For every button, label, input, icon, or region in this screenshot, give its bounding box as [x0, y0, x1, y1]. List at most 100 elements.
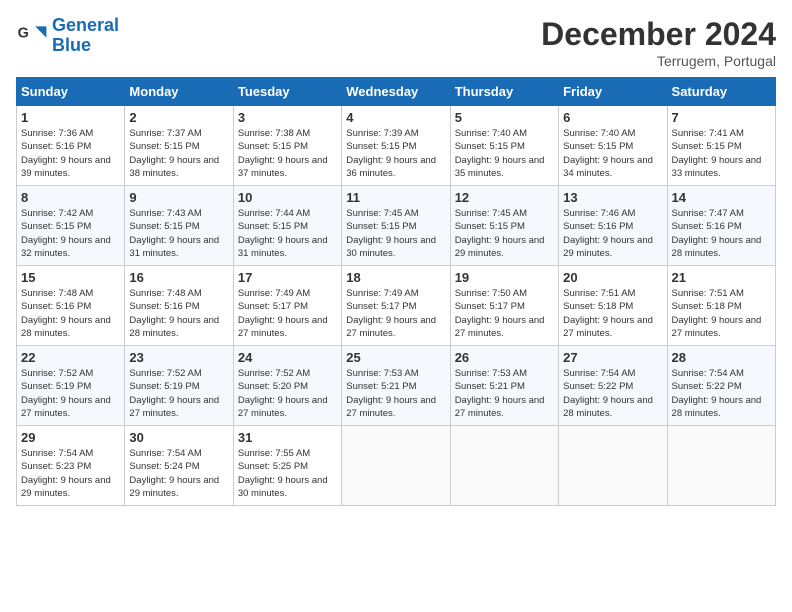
calendar-cell: 16 Sunrise: 7:48 AMSunset: 5:16 PMDayligh…	[125, 266, 233, 346]
weekday-header-row: SundayMondayTuesdayWednesdayThursdayFrid…	[17, 78, 776, 106]
calendar-cell: 11Sunrise: 7:45 AMSunset: 5:15 PMDayligh…	[342, 186, 450, 266]
day-info: Sunrise: 7:40 AMSunset: 5:15 PMDaylight:…	[455, 128, 545, 179]
day-number: 3	[238, 110, 337, 125]
calendar-cell	[342, 426, 450, 506]
day-info: Sunrise: 7:48 AMSunset: 5:16 PMDaylight:…	[129, 288, 219, 339]
day-number: 18	[346, 270, 445, 285]
day-info: Sunrise: 7:51 AMSunset: 5:18 PMDaylight:…	[563, 288, 653, 339]
calendar-cell: 31 Sunrise: 7:55 AMSunset: 5:25 PMDayligh…	[233, 426, 341, 506]
calendar-cell	[450, 426, 558, 506]
weekday-saturday: Saturday	[667, 78, 775, 106]
day-number: 28	[672, 350, 771, 365]
calendar-cell: 22 Sunrise: 7:52 AMSunset: 5:19 PMDayligh…	[17, 346, 125, 426]
day-info: Sunrise: 7:54 AMSunset: 5:24 PMDaylight:…	[129, 448, 219, 499]
calendar-cell: 8 Sunrise: 7:42 AMSunset: 5:15 PMDaylight…	[17, 186, 125, 266]
day-number: 26	[455, 350, 554, 365]
calendar-cell: 30Sunrise: 7:54 AMSunset: 5:24 PMDayligh…	[125, 426, 233, 506]
day-info: Sunrise: 7:51 AMSunset: 5:18 PMDaylight:…	[672, 288, 762, 339]
calendar-cell	[667, 426, 775, 506]
calendar-cell: 23 Sunrise: 7:52 AMSunset: 5:19 PMDayligh…	[125, 346, 233, 426]
logo-text: General Blue	[52, 16, 119, 56]
day-info: Sunrise: 7:43 AMSunset: 5:15 PMDaylight:…	[129, 208, 219, 259]
day-info: Sunrise: 7:46 AMSunset: 5:16 PMDaylight:…	[563, 208, 653, 259]
calendar-cell: 27 Sunrise: 7:54 AMSunset: 5:22 PMDayligh…	[559, 346, 667, 426]
day-info: Sunrise: 7:48 AMSunset: 5:16 PMDaylight:…	[21, 288, 111, 339]
day-number: 8	[21, 190, 120, 205]
day-info: Sunrise: 7:45 AMSunset: 5:15 PMDaylight:…	[455, 208, 545, 259]
day-info: Sunrise: 7:39 AMSunset: 5:15 PMDaylight:…	[346, 128, 436, 179]
weekday-sunday: Sunday	[17, 78, 125, 106]
day-info: Sunrise: 7:44 AMSunset: 5:15 PMDaylight:…	[238, 208, 328, 259]
day-info: Sunrise: 7:37 AMSunset: 5:15 PMDaylight:…	[129, 128, 219, 179]
day-number: 16	[129, 270, 228, 285]
calendar-cell: 14 Sunrise: 7:47 AMSunset: 5:16 PMDayligh…	[667, 186, 775, 266]
title-block: December 2024 Terrugem, Portugal	[541, 16, 776, 69]
day-number: 7	[672, 110, 771, 125]
week-row-2: 15 Sunrise: 7:48 AMSunset: 5:16 PMDayligh…	[17, 266, 776, 346]
day-number: 31	[238, 430, 337, 445]
calendar-cell: 10 Sunrise: 7:44 AMSunset: 5:15 PMDayligh…	[233, 186, 341, 266]
day-number: 2	[129, 110, 228, 125]
weekday-thursday: Thursday	[450, 78, 558, 106]
calendar-cell: 13Sunrise: 7:46 AMSunset: 5:16 PMDayligh…	[559, 186, 667, 266]
day-info: Sunrise: 7:52 AMSunset: 5:19 PMDaylight:…	[21, 368, 111, 419]
day-info: Sunrise: 7:52 AMSunset: 5:19 PMDaylight:…	[129, 368, 219, 419]
week-row-3: 22 Sunrise: 7:52 AMSunset: 5:19 PMDayligh…	[17, 346, 776, 426]
week-row-1: 8 Sunrise: 7:42 AMSunset: 5:15 PMDaylight…	[17, 186, 776, 266]
calendar-cell: 26 Sunrise: 7:53 AMSunset: 5:21 PMDayligh…	[450, 346, 558, 426]
day-number: 24	[238, 350, 337, 365]
calendar-cell: 25 Sunrise: 7:53 AMSunset: 5:21 PMDayligh…	[342, 346, 450, 426]
day-info: Sunrise: 7:49 AMSunset: 5:17 PMDaylight:…	[238, 288, 328, 339]
day-number: 1	[21, 110, 120, 125]
day-number: 10	[238, 190, 337, 205]
day-info: Sunrise: 7:54 AMSunset: 5:23 PMDaylight:…	[21, 448, 111, 499]
day-number: 5	[455, 110, 554, 125]
day-info: Sunrise: 7:53 AMSunset: 5:21 PMDaylight:…	[455, 368, 545, 419]
calendar-cell: 17Sunrise: 7:49 AMSunset: 5:17 PMDayligh…	[233, 266, 341, 346]
calendar-cell: 19Sunrise: 7:50 AMSunset: 5:17 PMDayligh…	[450, 266, 558, 346]
calendar-cell: 20 Sunrise: 7:51 AMSunset: 5:18 PMDayligh…	[559, 266, 667, 346]
day-info: Sunrise: 7:42 AMSunset: 5:15 PMDaylight:…	[21, 208, 111, 259]
calendar-cell: 28 Sunrise: 7:54 AMSunset: 5:22 PMDayligh…	[667, 346, 775, 426]
calendar-table: SundayMondayTuesdayWednesdayThursdayFrid…	[16, 77, 776, 506]
day-number: 12	[455, 190, 554, 205]
day-info: Sunrise: 7:54 AMSunset: 5:22 PMDaylight:…	[672, 368, 762, 419]
calendar-cell: 7 Sunrise: 7:41 AMSunset: 5:15 PMDaylight…	[667, 106, 775, 186]
calendar-cell: 3 Sunrise: 7:38 AMSunset: 5:15 PMDaylight…	[233, 106, 341, 186]
day-number: 15	[21, 270, 120, 285]
logo: G General Blue	[16, 16, 119, 56]
calendar-cell: 21 Sunrise: 7:51 AMSunset: 5:18 PMDayligh…	[667, 266, 775, 346]
calendar-cell: 5 Sunrise: 7:40 AMSunset: 5:15 PMDaylight…	[450, 106, 558, 186]
day-number: 20	[563, 270, 662, 285]
day-number: 19	[455, 270, 554, 285]
weekday-tuesday: Tuesday	[233, 78, 341, 106]
day-number: 21	[672, 270, 771, 285]
location: Terrugem, Portugal	[541, 53, 776, 69]
calendar-cell: 29Sunrise: 7:54 AMSunset: 5:23 PMDayligh…	[17, 426, 125, 506]
day-number: 22	[21, 350, 120, 365]
day-info: Sunrise: 7:54 AMSunset: 5:22 PMDaylight:…	[563, 368, 653, 419]
svg-text:G: G	[18, 25, 29, 41]
day-number: 14	[672, 190, 771, 205]
weekday-wednesday: Wednesday	[342, 78, 450, 106]
logo-icon: G	[16, 20, 48, 52]
calendar-cell: 1Sunrise: 7:36 AMSunset: 5:16 PMDaylight…	[17, 106, 125, 186]
day-info: Sunrise: 7:53 AMSunset: 5:21 PMDaylight:…	[346, 368, 436, 419]
day-info: Sunrise: 7:55 AMSunset: 5:25 PMDaylight:…	[238, 448, 328, 499]
calendar-cell	[559, 426, 667, 506]
day-info: Sunrise: 7:38 AMSunset: 5:15 PMDaylight:…	[238, 128, 328, 179]
day-number: 23	[129, 350, 228, 365]
calendar-body: 1Sunrise: 7:36 AMSunset: 5:16 PMDaylight…	[17, 106, 776, 506]
weekday-monday: Monday	[125, 78, 233, 106]
calendar-cell: 18Sunrise: 7:49 AMSunset: 5:17 PMDayligh…	[342, 266, 450, 346]
day-number: 25	[346, 350, 445, 365]
day-number: 11	[346, 190, 445, 205]
day-number: 6	[563, 110, 662, 125]
month-title: December 2024	[541, 16, 776, 53]
day-info: Sunrise: 7:41 AMSunset: 5:15 PMDaylight:…	[672, 128, 762, 179]
day-info: Sunrise: 7:47 AMSunset: 5:16 PMDaylight:…	[672, 208, 762, 259]
day-number: 9	[129, 190, 228, 205]
day-number: 27	[563, 350, 662, 365]
day-info: Sunrise: 7:52 AMSunset: 5:20 PMDaylight:…	[238, 368, 328, 419]
calendar-cell: 6Sunrise: 7:40 AMSunset: 5:15 PMDaylight…	[559, 106, 667, 186]
